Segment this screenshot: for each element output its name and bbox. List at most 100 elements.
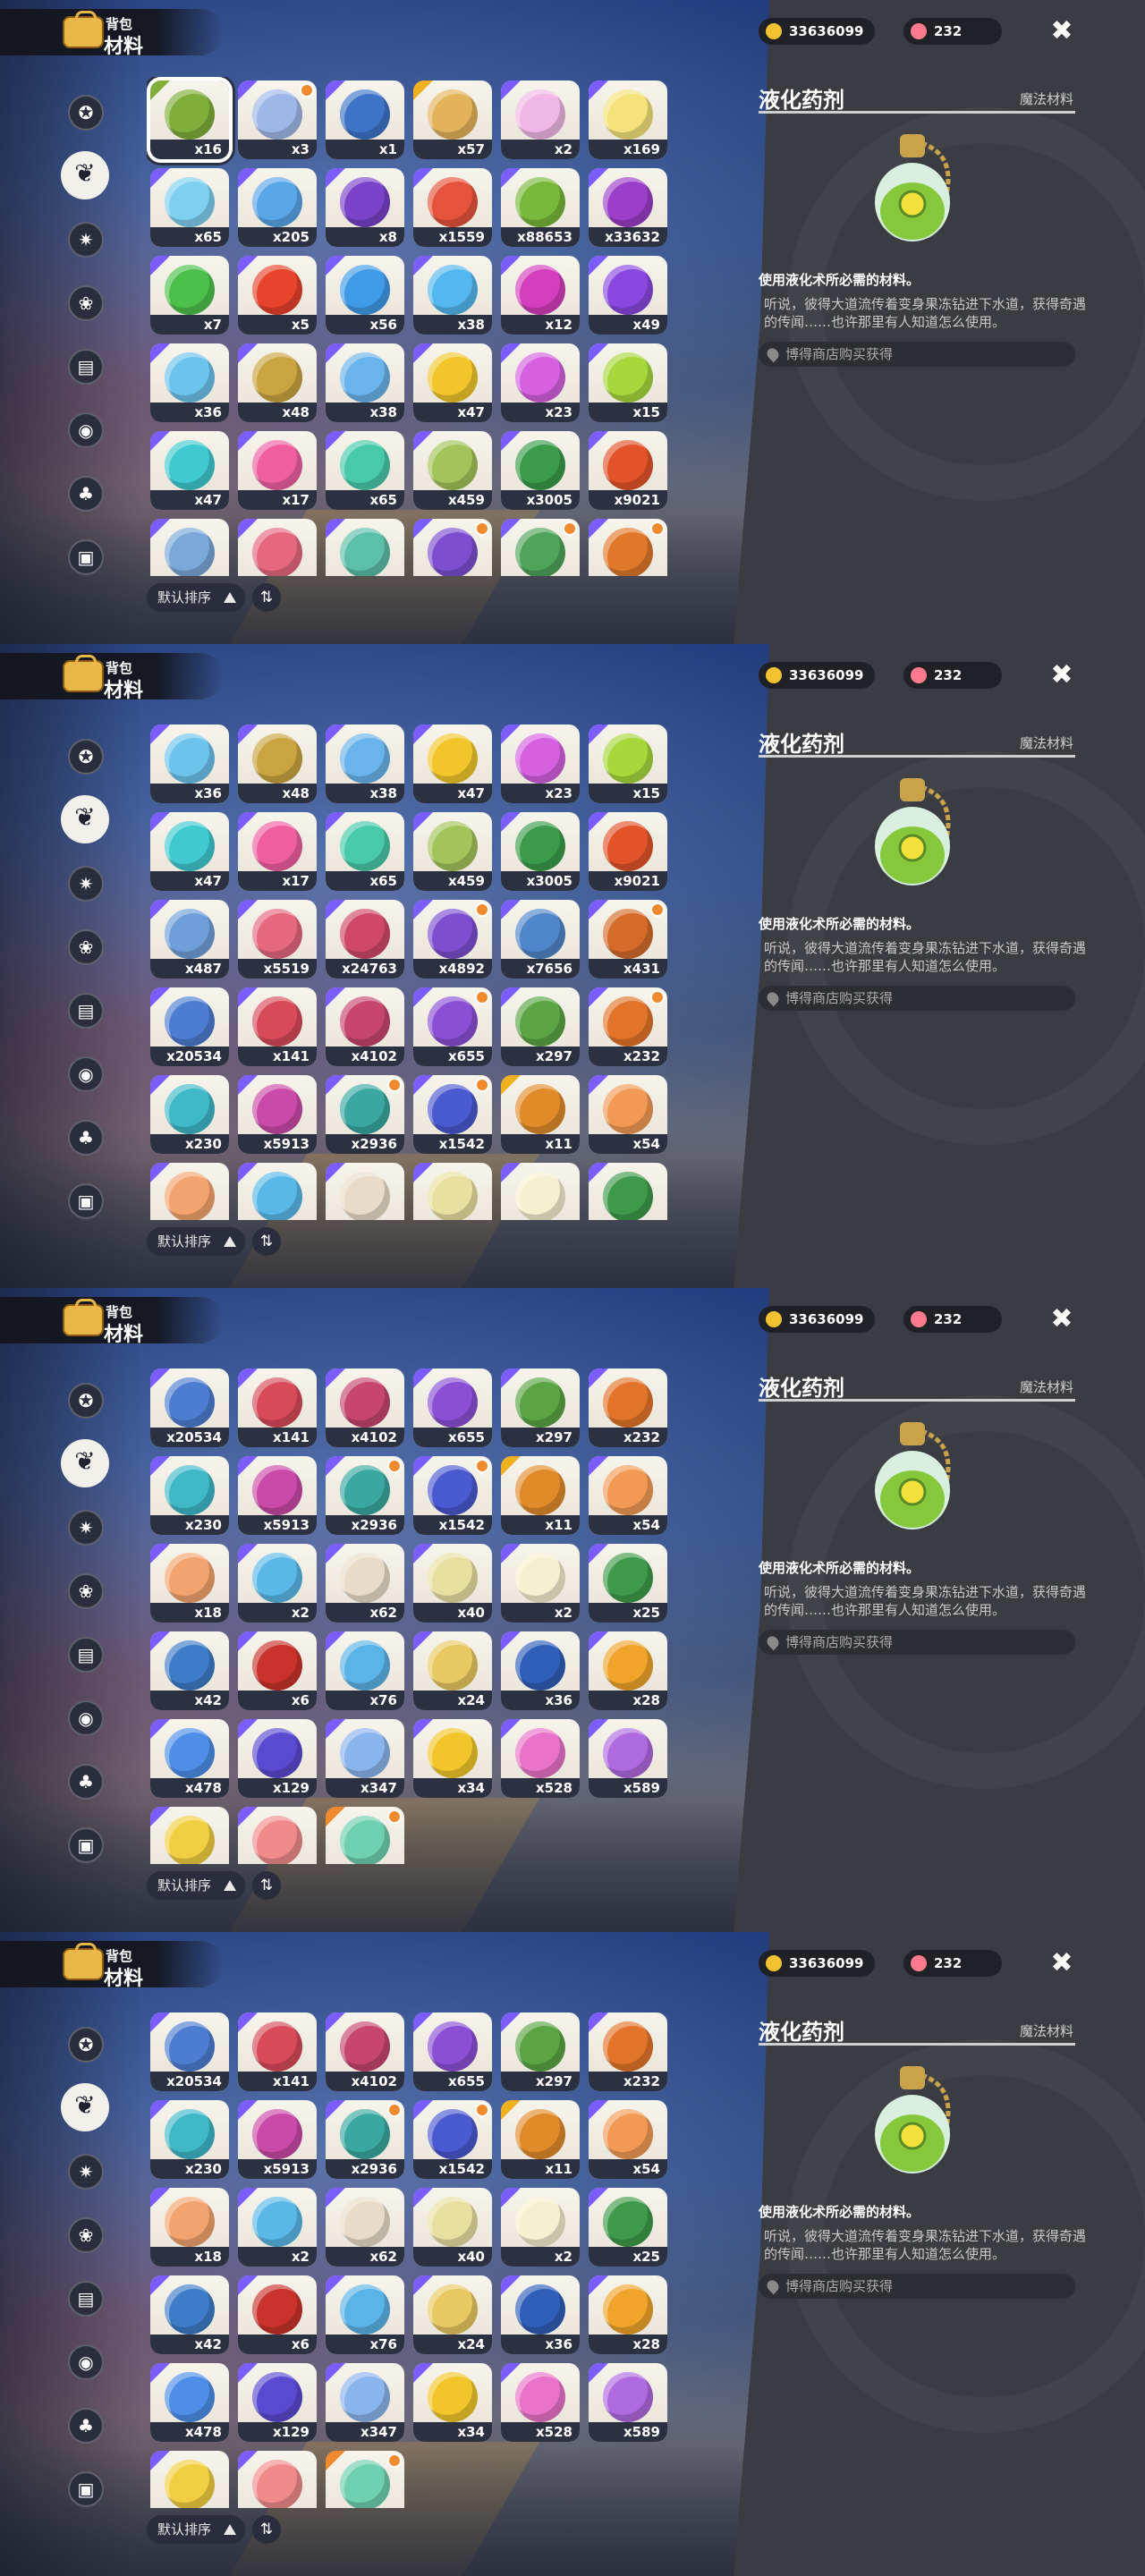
item-slot[interactable]: x18 [150, 1544, 229, 1623]
item-slot[interactable]: x528 [501, 2363, 580, 2442]
item-slot[interactable]: x4892 [413, 900, 492, 979]
item-slot[interactable]: x347 [326, 2363, 404, 2442]
item-slot[interactable]: x56 [326, 256, 404, 335]
item-slot[interactable]: x23 [501, 724, 580, 803]
item-slot[interactable]: x38 [326, 724, 404, 803]
item-slot[interactable]: x1559 [413, 168, 492, 247]
item-slot[interactable]: x660 [238, 2451, 317, 2508]
sprout-icon[interactable]: ❀ [68, 285, 104, 321]
sort-dropdown[interactable]: 默认排序 [147, 583, 245, 612]
item-slot[interactable]: x47 [413, 343, 492, 422]
sort-dropdown[interactable]: 默认排序 [147, 1227, 245, 1256]
item-slot[interactable]: x459 [413, 431, 492, 510]
gear-badge-icon[interactable]: ✷ [68, 866, 104, 902]
item-slot[interactable]: x48 [238, 343, 317, 422]
item-slot[interactable] [150, 519, 229, 576]
item-slot[interactable] [326, 519, 404, 576]
item-slot[interactable]: x232 [589, 1368, 667, 1447]
item-slot[interactable]: x2936 [326, 1075, 404, 1154]
item-slot[interactable] [150, 1163, 229, 1220]
item-slot[interactable]: x15 [589, 724, 667, 803]
item-slot[interactable]: x6 [238, 1631, 317, 1710]
item-slot[interactable]: x54 [589, 1456, 667, 1535]
item-slot[interactable]: x2 [238, 1544, 317, 1623]
item-slot[interactable]: x16 [147, 77, 233, 163]
orb-icon[interactable]: ◉ [68, 1700, 104, 1736]
sprout-icon[interactable]: ❀ [68, 929, 104, 965]
item-slot[interactable]: x76 [326, 1631, 404, 1710]
gear-badge-icon[interactable]: ✷ [68, 1510, 104, 1546]
item-slot[interactable]: x5913 [238, 1075, 317, 1154]
item-slot[interactable]: x34 [413, 1719, 492, 1798]
item-slot[interactable]: x141 [238, 2012, 317, 2091]
item-slot[interactable]: x23 [501, 343, 580, 422]
acorn-icon[interactable]: ♣ [68, 1764, 104, 1800]
item-slot[interactable]: x297 [501, 2012, 580, 2091]
item-slot[interactable]: x8 [326, 168, 404, 247]
item-slot[interactable]: x49 [589, 256, 667, 335]
item-slot[interactable]: x76 [326, 2275, 404, 2354]
sprout-icon[interactable]: ❀ [68, 1573, 104, 1609]
item-slot[interactable]: x459 [413, 812, 492, 891]
item-grid[interactable]: x20534 x141 x4102 x655 x297 x232 x230 x5913 x293… [147, 2009, 673, 2508]
gear-badge-icon[interactable]: ✷ [68, 222, 104, 258]
item-slot[interactable]: x205 [238, 168, 317, 247]
item-slot[interactable]: x1542 [413, 1075, 492, 1154]
item-slot[interactable]: x4102 [326, 2012, 404, 2091]
item-slot[interactable]: x62 [326, 1544, 404, 1623]
item-slot[interactable]: x65 [326, 431, 404, 510]
item-slot[interactable]: x3 [238, 80, 317, 159]
item-slot[interactable]: x20534 [150, 1368, 229, 1447]
item-slot[interactable]: x33632 [589, 168, 667, 247]
item-slot[interactable]: x478 [150, 1719, 229, 1798]
item-slot[interactable]: x24763 [326, 900, 404, 979]
item-slot[interactable]: x141 [238, 1368, 317, 1447]
item-slot[interactable]: x297 [501, 987, 580, 1066]
item-slot[interactable]: x12 [501, 256, 580, 335]
item-slot[interactable]: x38 [413, 256, 492, 335]
item-slot[interactable]: x28 [589, 1631, 667, 1710]
item-slot[interactable]: x28 [589, 2275, 667, 2354]
item-slot[interactable]: x6 [238, 2275, 317, 2354]
item-slot[interactable]: x4102 [326, 987, 404, 1066]
item-slot[interactable]: x49 [326, 1807, 404, 1864]
item-slot[interactable]: x589 [589, 1719, 667, 1798]
item-slot[interactable]: x431 [589, 900, 667, 979]
item-slot[interactable]: x11 [501, 1456, 580, 1535]
item-grid[interactable]: x16 x3 x1 x57 x2 x169 x65 x205 x8 x1559 x88653 x336… [147, 77, 673, 576]
item-slot[interactable]: x34 [413, 2363, 492, 2442]
item-slot[interactable]: x4102 [326, 1368, 404, 1447]
close-icon[interactable]: ✖ [1047, 16, 1077, 47]
item-slot[interactable] [413, 519, 492, 576]
item-slot[interactable]: x1242 [150, 1807, 229, 1864]
item-slot[interactable]: x169 [589, 80, 667, 159]
item-slot[interactable] [413, 1163, 492, 1220]
item-slot[interactable]: x655 [413, 2012, 492, 2091]
item-slot[interactable]: x232 [589, 987, 667, 1066]
item-slot[interactable]: x54 [589, 1075, 667, 1154]
item-slot[interactable]: x40 [413, 1544, 492, 1623]
item-slot[interactable]: x2 [501, 1544, 580, 1623]
item-slot[interactable] [501, 519, 580, 576]
item-slot[interactable]: x660 [238, 1807, 317, 1864]
item-slot[interactable]: x2 [238, 2188, 317, 2267]
star-badge-icon[interactable]: ✪ [68, 1383, 104, 1419]
item-slot[interactable]: x36 [150, 724, 229, 803]
chest-icon[interactable]: ▣ [68, 1183, 104, 1219]
item-slot[interactable]: x1242 [150, 2451, 229, 2508]
item-slot[interactable]: x2936 [326, 1456, 404, 1535]
item-slot[interactable]: x5519 [238, 900, 317, 979]
close-icon[interactable]: ✖ [1047, 1304, 1077, 1335]
item-slot[interactable]: x25 [589, 1544, 667, 1623]
item-slot[interactable]: x232 [589, 2012, 667, 2091]
item-slot[interactable]: x9021 [589, 812, 667, 891]
item-slot[interactable]: x528 [501, 1719, 580, 1798]
close-icon[interactable]: ✖ [1047, 660, 1077, 691]
item-slot[interactable]: x65 [150, 168, 229, 247]
sort-order-toggle-icon[interactable]: ⇅ [252, 1871, 281, 1900]
item-slot[interactable]: x7 [150, 256, 229, 335]
sort-order-toggle-icon[interactable]: ⇅ [252, 2515, 281, 2544]
star-badge-icon[interactable]: ✪ [68, 2027, 104, 2063]
close-icon[interactable]: ✖ [1047, 1948, 1077, 1979]
item-slot[interactable]: x88653 [501, 168, 580, 247]
